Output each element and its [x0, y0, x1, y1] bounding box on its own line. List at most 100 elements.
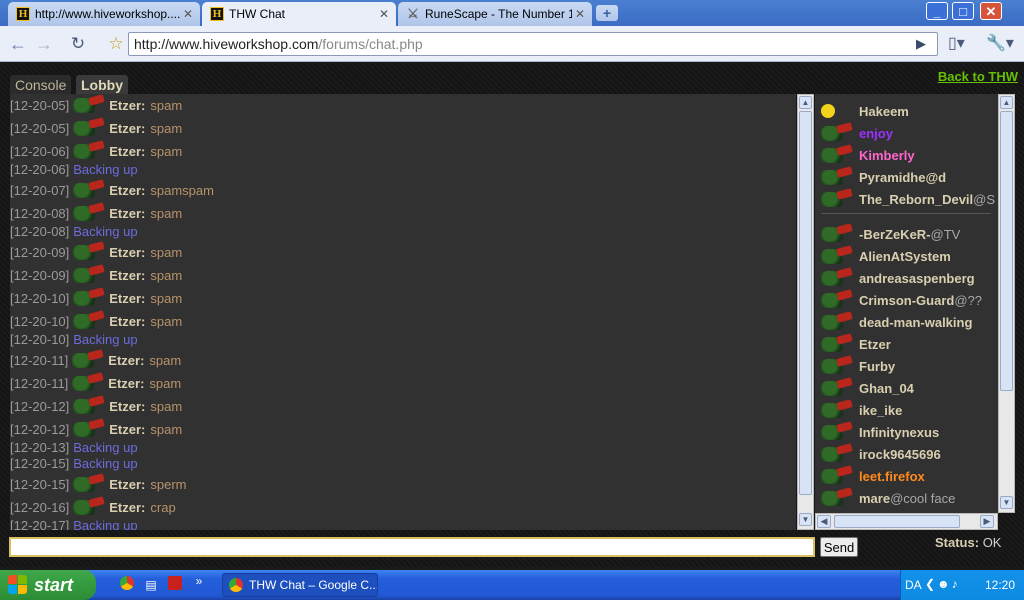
browser-tab-thw-chat[interactable]: H THW Chat ✕ — [202, 2, 396, 26]
user-list-item[interactable]: The_Reborn_Devil @S — [815, 189, 998, 209]
user-list-item[interactable]: Hakeem — [815, 101, 998, 121]
user-name: Ghan_04 — [859, 380, 914, 396]
user-list-item[interactable]: enjoy — [815, 123, 998, 143]
message-author[interactable]: Etzer: — [109, 268, 145, 283]
close-icon[interactable]: ✕ — [180, 7, 196, 21]
message-author[interactable]: Etzer: — [109, 314, 145, 329]
taskbar-item-thw-chat[interactable]: THW Chat – Google C... — [222, 573, 378, 597]
browser-tab-hiveworkshop[interactable]: H http://www.hiveworkshop.... ✕ — [8, 2, 200, 26]
tab-console[interactable]: Console — [10, 75, 72, 95]
user-list-item[interactable]: mare @cool face — [815, 488, 998, 508]
chrome-icon — [229, 578, 243, 592]
message-author[interactable]: Etzer: — [109, 121, 145, 136]
user-list-item[interactable]: Kimberly — [815, 145, 998, 165]
message-author[interactable]: Etzer: — [109, 399, 145, 414]
bookmark-star-icon[interactable]: ☆ — [104, 32, 128, 56]
window-close-button[interactable]: ✕ — [980, 2, 1002, 20]
chat-message: [12-20-05] Etzer: spam — [10, 95, 182, 115]
message-author[interactable]: Etzer: — [109, 183, 145, 198]
send-button[interactable]: Send — [820, 537, 858, 557]
wrench-menu-icon[interactable]: 🔧▾ — [986, 32, 1018, 56]
scroll-up-icon[interactable]: ▲ — [1000, 96, 1013, 109]
user-list-item[interactable]: Crimson-Guard @?? — [815, 290, 998, 310]
system-message: [12-20-06] Backing up — [10, 159, 138, 179]
system-message-text: Backing up — [73, 455, 138, 471]
message-author[interactable]: Etzer: — [109, 422, 145, 437]
page-menu-icon[interactable]: ▯▾ — [948, 32, 978, 56]
message-input[interactable] — [9, 537, 815, 557]
url-path: /forums/chat.php — [318, 36, 423, 52]
user-list-item[interactable]: -BerZeKeR- @TV — [815, 224, 998, 244]
user-list-item[interactable]: irock9645696 — [815, 444, 998, 464]
message-author[interactable]: Etzer: — [109, 245, 145, 260]
scroll-down-icon[interactable]: ▼ — [1000, 496, 1013, 509]
maximize-button[interactable]: □ — [952, 2, 974, 20]
user-list-item[interactable]: Ghan_04 — [815, 378, 998, 398]
tab-label: RuneScape - The Number 1... — [425, 7, 572, 21]
user-avatar-icon — [71, 497, 105, 517]
user-list-item[interactable]: ike_ike — [815, 400, 998, 420]
user-list-item[interactable]: Pyramidhe@d — [815, 167, 998, 187]
back-to-thw-link[interactable]: Back to THW — [938, 69, 1018, 84]
user-list-item[interactable]: andreasaspenberg — [815, 268, 998, 288]
scrollbar-thumb[interactable] — [834, 515, 960, 528]
tray-icons[interactable]: ❮☻♪ — [925, 577, 960, 591]
scroll-down-icon[interactable]: ▼ — [799, 513, 812, 526]
expand-quicklaunch-icon[interactable]: » — [190, 572, 208, 590]
message-timestamp: [12-20-06] — [10, 161, 70, 177]
new-tab-button[interactable]: + — [596, 5, 618, 21]
scroll-right-icon[interactable]: ▶ — [980, 515, 994, 528]
address-bar[interactable]: http://www.hiveworkshop.com/forums/chat.… — [128, 32, 938, 56]
scroll-up-icon[interactable]: ▲ — [799, 96, 812, 109]
chat-log-scrollbar[interactable]: ▲ ▼ — [797, 94, 814, 530]
system-message-text: Backing up — [73, 331, 138, 347]
message-author[interactable]: Etzer: — [108, 353, 144, 368]
show-desktop-icon[interactable]: ▤ — [142, 576, 160, 594]
user-list-scrollbar[interactable]: ▲ ▼ — [998, 94, 1015, 513]
message-author[interactable]: Etzer: — [108, 376, 144, 391]
user-list-item[interactable]: Furby — [815, 356, 998, 376]
close-icon[interactable]: ✕ — [376, 7, 392, 21]
user-list-item[interactable]: leet.firefox — [815, 466, 998, 486]
message-author[interactable]: Etzer: — [109, 206, 145, 221]
user-avatar-icon — [71, 180, 105, 200]
tab-lobby[interactable]: Lobby — [76, 75, 128, 95]
user-list-item[interactable]: AlienAtSystem — [815, 246, 998, 266]
message-author[interactable]: Etzer: — [109, 477, 145, 492]
message-timestamp: [12-20-15] — [10, 476, 70, 492]
user-list-item[interactable]: Etzer — [815, 334, 998, 354]
chrome-icon[interactable] — [118, 576, 136, 594]
back-arrow-icon[interactable]: ← — [6, 32, 30, 56]
reload-icon[interactable]: ↻ — [66, 32, 90, 56]
forward-arrow-icon[interactable]: → — [32, 32, 56, 56]
user-avatar-icon — [819, 334, 859, 354]
message-author[interactable]: Etzer: — [109, 98, 145, 113]
user-list-item[interactable]: dead-man-walking — [815, 312, 998, 332]
user-avatar-icon — [70, 373, 104, 393]
close-icon[interactable]: ✕ — [572, 7, 588, 21]
message-timestamp: [12-20-06] — [10, 143, 70, 159]
message-author[interactable]: Etzer: — [109, 500, 145, 515]
go-arrow-icon[interactable]: ▶ — [916, 36, 926, 52]
message-text: spam — [150, 244, 183, 260]
message-text: spam — [150, 290, 183, 306]
message-text: crap — [150, 499, 176, 515]
message-author[interactable]: Etzer: — [109, 144, 145, 159]
scrollbar-thumb[interactable] — [1000, 111, 1013, 391]
chat-message: [12-20-10] Etzer: spam — [10, 311, 182, 331]
message-author[interactable]: Etzer: — [109, 291, 145, 306]
start-button[interactable]: start — [0, 570, 96, 600]
user-list-hscrollbar[interactable]: ◀ ▶ — [815, 513, 998, 530]
user-name: Crimson-Guard — [859, 292, 955, 308]
chat-message: [12-20-06] Etzer: spam — [10, 141, 182, 161]
user-avatar-icon — [819, 167, 859, 187]
user-list-item[interactable]: Infinitynexus — [815, 422, 998, 442]
language-indicator[interactable]: DA — [905, 578, 922, 592]
windows-logo-icon — [8, 575, 28, 595]
scrollbar-thumb[interactable] — [799, 111, 812, 495]
scroll-left-icon[interactable]: ◀ — [817, 515, 831, 528]
app-quicklaunch-icon[interactable] — [166, 576, 184, 594]
minimize-button[interactable]: _ — [926, 2, 948, 20]
url-host: http://www.hiveworkshop.com — [134, 36, 319, 52]
browser-tab-runescape[interactable]: ⚔ RuneScape - The Number 1... ✕ — [398, 2, 592, 26]
